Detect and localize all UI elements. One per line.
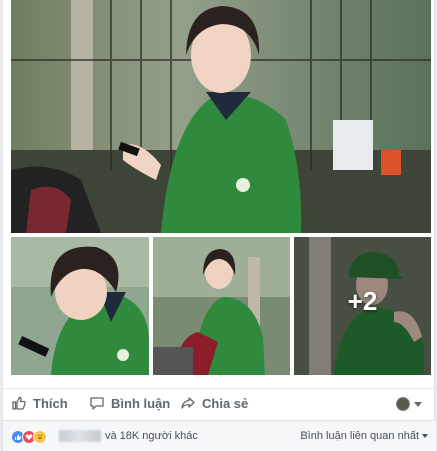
post-photo-main[interactable]	[11, 0, 431, 233]
post-photo-4-more[interactable]: +2	[294, 237, 431, 375]
reaction-others-text[interactable]: và 18K người khác	[105, 430, 198, 442]
post-as-selector[interactable]	[396, 397, 422, 411]
post-photo-2[interactable]	[11, 237, 149, 375]
comment-button[interactable]: Bình luận	[89, 395, 170, 411]
photo-girl-looking-down	[11, 237, 149, 375]
post-action-bar: Thích Bình luận Chia sẻ	[3, 388, 436, 418]
like-label: Thích	[33, 395, 68, 411]
share-button[interactable]: Chia sẻ	[180, 395, 248, 411]
more-photos-count: +2	[347, 285, 378, 316]
comment-icon	[90, 397, 104, 410]
facebook-post: +2 Thích Bình luận Chia sẻ và 18K người …	[2, 0, 436, 451]
photo-girl-using-phone	[11, 0, 431, 233]
thumbs-up-icon	[12, 396, 26, 410]
like-button[interactable]: Thích	[11, 395, 68, 411]
reaction-summary: và 18K người khác Bình luận liên quan nh…	[3, 420, 436, 451]
comment-label: Bình luận	[111, 395, 171, 411]
chevron-down-icon	[414, 401, 422, 407]
avatar	[396, 397, 410, 411]
haha-reaction-icon	[33, 430, 47, 444]
more-photos-overlay[interactable]: +2	[294, 237, 431, 375]
blurred-friend-name	[59, 430, 101, 442]
reaction-icons[interactable]	[11, 430, 47, 444]
post-photo-3[interactable]	[153, 237, 290, 375]
chevron-down-icon	[422, 434, 428, 438]
comment-sort-dropdown[interactable]: Bình luận liên quan nhất	[300, 430, 428, 442]
comment-sort-label: Bình luận liên quan nhất	[300, 430, 419, 442]
share-arrow-icon	[181, 397, 195, 409]
share-label: Chia sẻ	[202, 395, 249, 411]
photo-girl-on-motorbike	[153, 237, 290, 375]
